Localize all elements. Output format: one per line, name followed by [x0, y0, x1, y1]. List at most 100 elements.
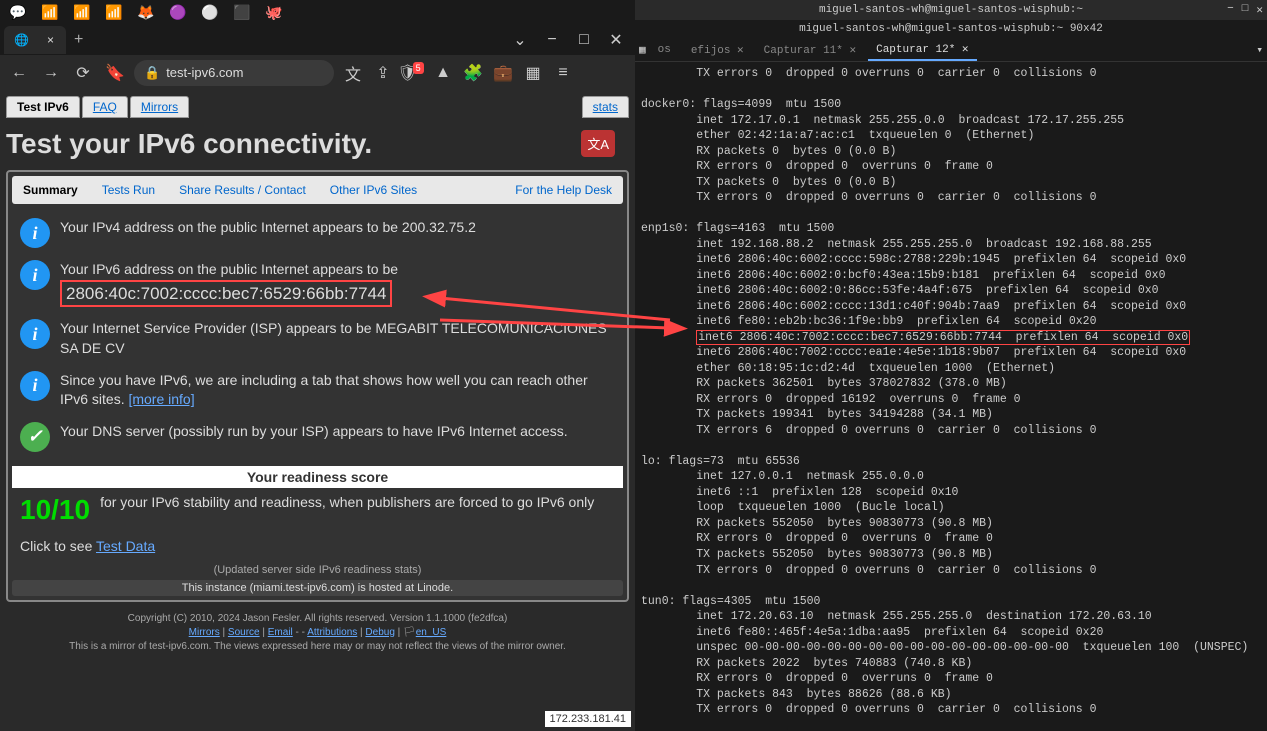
ipv6-address-highlighted: 2806:40c:7002:cccc:bec7:6529:66bb:7744: [60, 280, 392, 308]
term-tab-2[interactable]: efijos ✕: [683, 40, 752, 60]
term-tab-1[interactable]: os: [650, 41, 679, 59]
address-bar[interactable]: 🔒 test-ipv6.com: [134, 60, 334, 86]
score-row: 10/10 for your IPv6 stability and readin…: [12, 490, 623, 530]
more-info-link[interactable]: [more info]: [128, 391, 194, 407]
url-text: test-ipv6.com: [166, 65, 243, 80]
bookmark-icon[interactable]: 🔖: [102, 60, 128, 86]
language-badge[interactable]: 文A: [581, 130, 615, 157]
attributions-link[interactable]: Attributions: [307, 627, 357, 638]
minimize-icon[interactable]: −: [537, 28, 567, 52]
info-icon: i: [20, 260, 50, 290]
app-icon[interactable]: ⚪: [196, 2, 224, 24]
test-data-row: Click to see Test Data: [12, 530, 623, 562]
terminal-icon[interactable]: ⬛: [228, 2, 256, 24]
mirrors-link[interactable]: Mirrors: [189, 627, 220, 638]
page-content: Test IPv6 FAQ Mirrors stats Test your IP…: [0, 90, 635, 731]
sidebar-icon[interactable]: ▦: [520, 60, 546, 86]
term-tab-3[interactable]: Capturar 11* ✕: [756, 40, 864, 60]
tab-faq[interactable]: FAQ: [82, 96, 128, 118]
subtab-helpdesk[interactable]: For the Help Desk: [506, 178, 621, 202]
terminal-tabs: ▦ os efijos ✕ Capturar 11* ✕ Capturar 12…: [635, 38, 1267, 62]
wifi-icon[interactable]: 📶: [68, 2, 96, 24]
copyright-links: Mirrors | Source | Email - - Attribution…: [6, 626, 629, 640]
score-heading: Your readiness score: [12, 466, 623, 488]
page-title: Test your IPv6 connectivity.: [6, 128, 629, 160]
share-icon[interactable]: ⇪: [370, 60, 396, 86]
navigation-bar: ← → ⟳ 🔖 🔒 test-ipv6.com 文 ⇪ 🛡5 ▲ 🧩 💼 ▦ ≡: [0, 55, 635, 90]
copyright-line3: This is a mirror of test-ipv6.com. The v…: [6, 640, 629, 654]
menu-icon[interactable]: ≡: [550, 60, 576, 86]
wifi-icon[interactable]: 📶: [100, 2, 128, 24]
score-value: 10/10: [20, 494, 90, 526]
wallet-icon[interactable]: 💼: [490, 60, 516, 86]
forward-icon[interactable]: →: [38, 60, 64, 86]
footer-note: (Updated server side IPv6 readiness stat…: [12, 562, 623, 578]
terminal-tab-dropdown-icon[interactable]: ▾: [1256, 43, 1263, 57]
slack-icon[interactable]: 🟣: [164, 2, 192, 24]
copyright-block: Copyright (C) 2010, 2024 Jason Fesler. A…: [6, 612, 629, 654]
shield-icon[interactable]: 🛡5: [400, 60, 426, 86]
subtab-tests-run[interactable]: Tests Run: [93, 178, 164, 202]
copyright-line1: Copyright (C) 2010, 2024 Jason Fesler. A…: [6, 612, 629, 626]
terminal-menu-icon[interactable]: ▦: [639, 43, 646, 57]
terminal-window: miguel-santos-wh@miguel-santos-wisphub:~…: [635, 0, 1267, 731]
testdata-prefix: Click to see: [20, 538, 96, 554]
brave-icon[interactable]: ▲: [430, 60, 456, 86]
terminal-title: miguel-santos-wh@miguel-santos-wisphub:~: [819, 4, 1083, 16]
github-icon[interactable]: 🐙: [260, 2, 288, 24]
tab-mirrors[interactable]: Mirrors: [130, 96, 189, 118]
result-ipv6-tab: i Since you have IPv6, we are including …: [12, 365, 623, 416]
back-icon[interactable]: ←: [6, 60, 32, 86]
source-link[interactable]: Source: [228, 627, 260, 638]
reload-icon[interactable]: ⟳: [70, 60, 96, 86]
browser-window: 💬 📶 📶 📶 🦊 🟣 ⚪ ⬛ 🐙 🌐 × + ⌄ − □ ✕ ← → ⟳ 🔖 …: [0, 0, 635, 731]
sub-tabs: Summary Tests Run Share Results / Contac…: [12, 176, 623, 204]
minimize-icon[interactable]: −: [1227, 3, 1234, 17]
browser-tab[interactable]: 🌐 ×: [4, 26, 66, 54]
result-dns: ✓ Your DNS server (possibly run by your …: [12, 416, 623, 458]
terminal-output[interactable]: TX errors 0 dropped 0 overruns 0 carrier…: [635, 62, 1267, 722]
tab-bar: 🌐 × + ⌄ − □ ✕: [0, 25, 635, 55]
firefox-icon[interactable]: 🦊: [132, 2, 160, 24]
locale-link[interactable]: en_US: [416, 627, 447, 638]
subtab-summary[interactable]: Summary: [14, 178, 87, 202]
score-description: for your IPv6 stability and readiness, w…: [100, 494, 594, 526]
info-icon: i: [20, 371, 50, 401]
tab-favicon-icon: 🌐: [14, 33, 29, 47]
tab-stats[interactable]: stats: [582, 96, 629, 118]
terminal-subtitle: miguel-santos-wh@miguel-santos-wisphub:~…: [635, 20, 1267, 38]
whatsapp-icon[interactable]: 💬: [4, 2, 32, 24]
terminal-window-controls: − □ ✕: [1227, 3, 1263, 17]
instance-footer: This instance (miami.test-ipv6.com) is h…: [12, 580, 623, 596]
result-ipv6: i Your IPv6 address on the public Intern…: [12, 254, 623, 313]
page-main-tabs: Test IPv6 FAQ Mirrors stats: [6, 96, 629, 118]
term-tab-4[interactable]: Capturar 12* ✕: [868, 39, 976, 61]
check-icon: ✓: [20, 422, 50, 452]
wifi-icon[interactable]: 📶: [36, 2, 64, 24]
taskbar: 💬 📶 📶 📶 🦊 🟣 ⚪ ⬛ 🐙: [0, 0, 635, 25]
result-isp: i Your Internet Service Provider (ISP) a…: [12, 313, 623, 364]
floating-ip: 172.233.181.41: [545, 711, 631, 727]
dropdown-icon[interactable]: ⌄: [505, 28, 535, 52]
new-tab-button[interactable]: +: [66, 31, 91, 49]
subtab-other-sites[interactable]: Other IPv6 Sites: [321, 178, 426, 202]
subtab-share[interactable]: Share Results / Contact: [170, 178, 315, 202]
close-tab-icon[interactable]: ×: [45, 31, 56, 49]
lock-icon: 🔒: [144, 65, 160, 81]
results-panel: Summary Tests Run Share Results / Contac…: [6, 170, 629, 602]
debug-link[interactable]: Debug: [365, 627, 394, 638]
close-icon[interactable]: ✕: [601, 28, 631, 52]
ipv6-label: Your IPv6 address on the public Internet…: [60, 261, 398, 277]
tab-test-ipv6[interactable]: Test IPv6: [6, 96, 80, 118]
info-icon: i: [20, 218, 50, 248]
maximize-icon[interactable]: □: [569, 28, 599, 52]
extension-icon[interactable]: 🧩: [460, 60, 486, 86]
info-icon: i: [20, 319, 50, 349]
translate-icon[interactable]: 文: [340, 60, 366, 86]
maximize-icon[interactable]: □: [1242, 3, 1249, 17]
close-icon[interactable]: ✕: [1256, 3, 1263, 17]
email-link[interactable]: Email: [268, 627, 293, 638]
result-ipv4: i Your IPv4 address on the public Intern…: [12, 212, 623, 254]
terminal-titlebar: miguel-santos-wh@miguel-santos-wisphub:~…: [635, 0, 1267, 20]
test-data-link[interactable]: Test Data: [96, 538, 155, 554]
